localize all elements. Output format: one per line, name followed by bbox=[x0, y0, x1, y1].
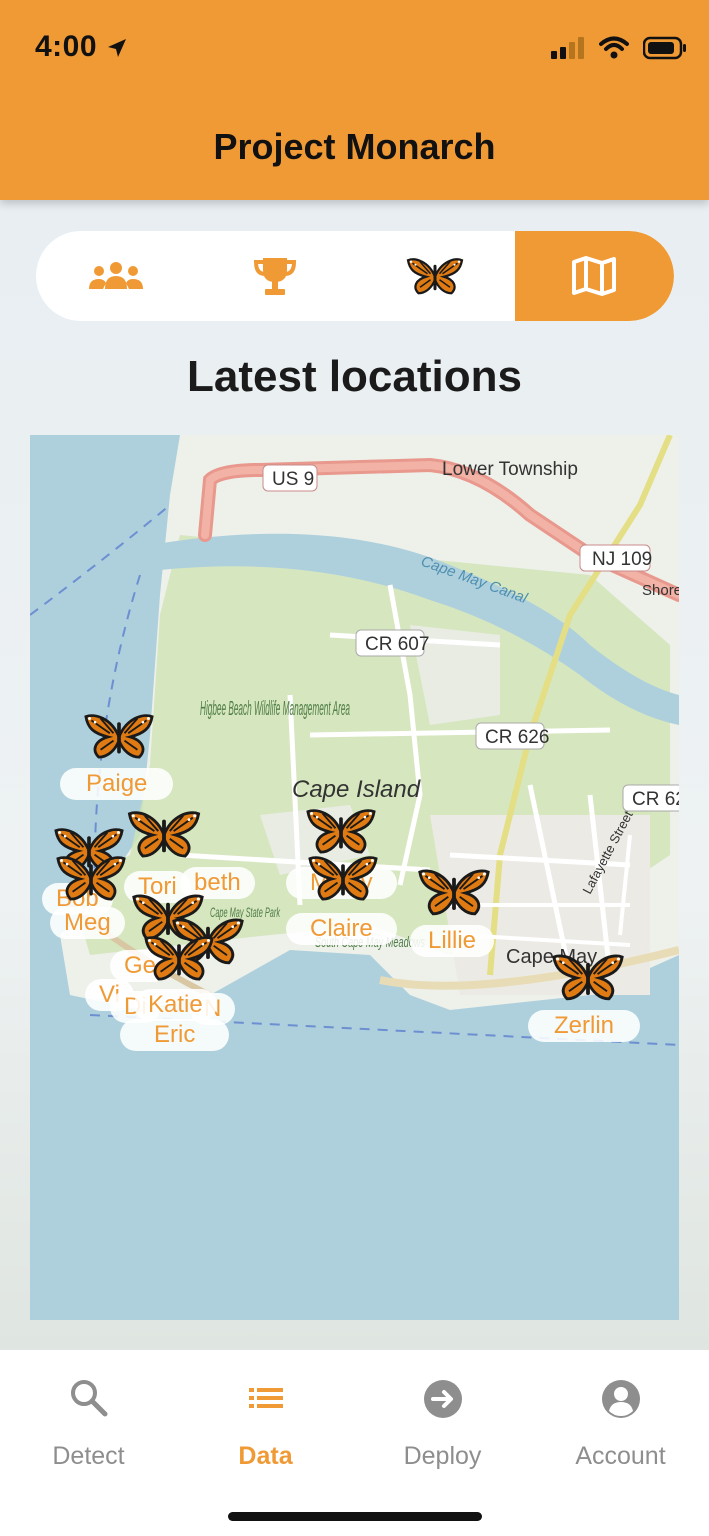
tab-label-detect: Detect bbox=[52, 1442, 125, 1470]
app-header: 4:00 Project Monarch bbox=[0, 0, 709, 200]
list-icon bbox=[248, 1388, 283, 1408]
map-label-paige[interactable]: Paige bbox=[60, 768, 174, 800]
map-label-higbee: Higbee Beach Wildlife Management Area bbox=[200, 698, 350, 720]
segment-trophy[interactable] bbox=[196, 231, 356, 321]
map-label-cape-island: Cape Island bbox=[292, 776, 421, 803]
map-label-township: Lower Township bbox=[442, 459, 578, 480]
search-icon bbox=[70, 1380, 107, 1417]
butterfly-marker-icon[interactable] bbox=[304, 808, 378, 854]
butterfly-marker-icon[interactable] bbox=[142, 935, 216, 981]
map-label-eric[interactable]: Eric bbox=[120, 1019, 230, 1051]
view-switcher bbox=[36, 231, 674, 321]
arrow-circle-icon bbox=[423, 1380, 462, 1418]
butterfly-marker-icon[interactable] bbox=[54, 855, 128, 901]
home-indicator bbox=[228, 1512, 482, 1521]
status-bar: 4:00 bbox=[0, 0, 709, 90]
butterfly-icon bbox=[405, 257, 465, 295]
map-label-shore: Shore bbox=[642, 582, 679, 599]
status-time: 4:00 bbox=[35, 30, 98, 63]
tab-label-deploy: Deploy bbox=[403, 1442, 482, 1470]
map-label-katie[interactable]: Katie bbox=[134, 989, 217, 1021]
account-icon bbox=[601, 1380, 640, 1418]
segment-group[interactable] bbox=[36, 231, 196, 321]
tab-deploy[interactable]: Deploy bbox=[354, 1350, 531, 1480]
tab-account[interactable]: Account bbox=[532, 1350, 709, 1480]
tab-label-account: Account bbox=[575, 1442, 666, 1470]
map-label-zerlin[interactable]: Zerlin bbox=[528, 1010, 641, 1042]
signal-icon bbox=[551, 37, 584, 59]
butterfly-marker-icon[interactable] bbox=[550, 953, 626, 1001]
battery-icon bbox=[643, 36, 686, 60]
tab-detect[interactable]: Detect bbox=[0, 1350, 177, 1480]
butterfly-marker-icon[interactable] bbox=[125, 810, 203, 858]
locations-map[interactable]: US 9 Lower Township NJ 109 Shore Cape Ma… bbox=[30, 435, 679, 1320]
butterfly-marker-icon[interactable] bbox=[82, 713, 156, 759]
app-title: Project Monarch bbox=[213, 126, 496, 167]
map-label-meg[interactable]: Meg bbox=[50, 907, 125, 939]
map-label-us9: US 9 bbox=[272, 469, 314, 490]
segment-map[interactable] bbox=[514, 231, 674, 321]
location-arrow-icon bbox=[108, 39, 126, 57]
map-icon bbox=[572, 256, 617, 296]
section-title: Latest locations bbox=[187, 352, 522, 401]
map-label-claire[interactable]: Claire bbox=[286, 913, 397, 945]
tab-data[interactable]: Data bbox=[177, 1350, 354, 1480]
tab-label-data: Data bbox=[238, 1442, 293, 1470]
butterfly-marker-icon[interactable] bbox=[416, 868, 492, 916]
trophy-icon bbox=[254, 258, 297, 295]
map-label-cr62x: CR 62 bbox=[632, 789, 679, 810]
map-label-cr607: CR 607 bbox=[365, 634, 429, 655]
tab-bar: Detect Data Deploy Account bbox=[0, 1350, 709, 1536]
group-icon bbox=[88, 262, 143, 289]
map-label-nj109: NJ 109 bbox=[592, 549, 652, 570]
butterfly-marker-icon[interactable] bbox=[306, 855, 380, 901]
map-label-lillie[interactable]: Lillie bbox=[410, 925, 495, 957]
map-label-cr626: CR 626 bbox=[485, 727, 549, 748]
segment-butterfly[interactable] bbox=[355, 231, 515, 321]
wifi-icon bbox=[599, 36, 629, 59]
